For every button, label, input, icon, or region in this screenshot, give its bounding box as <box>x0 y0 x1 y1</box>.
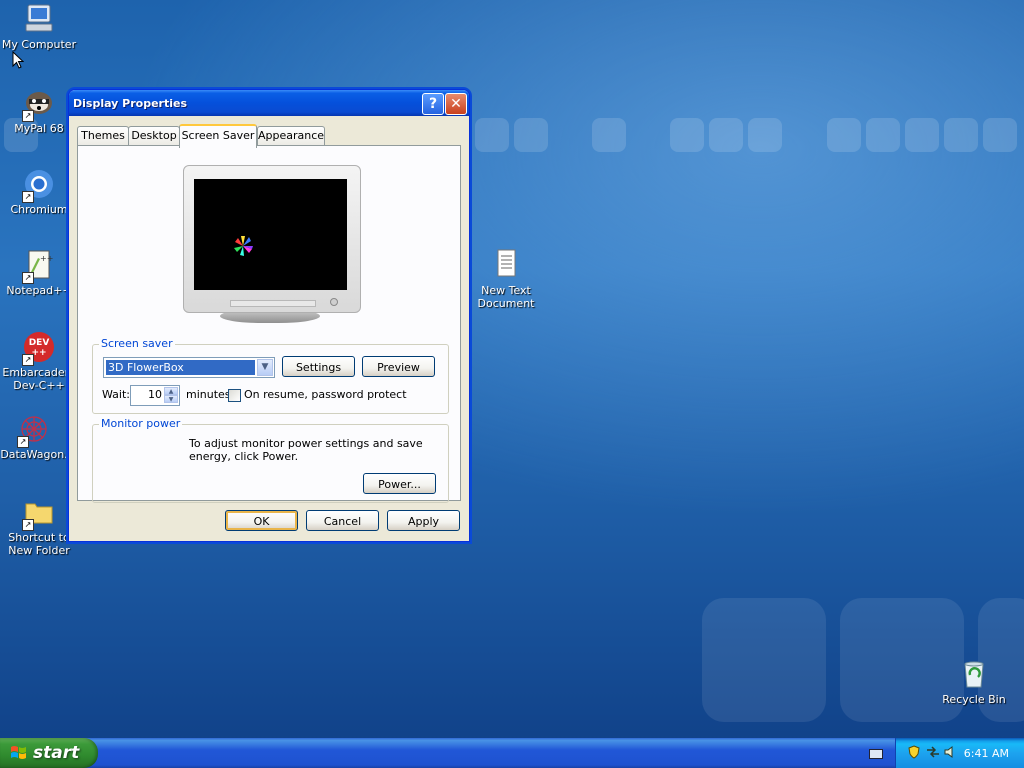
screen-saver-panel: Screen saver 3D FlowerBox ▼ Settings Pre… <box>77 145 461 503</box>
svg-text:++: ++ <box>40 254 53 263</box>
tab-screen-saver[interactable]: Screen Saver <box>179 124 257 148</box>
shortcut-arrow-icon: ↗ <box>22 110 34 122</box>
desktop-icon-text-document[interactable]: New Text Document <box>467 248 545 310</box>
help-button[interactable]: ? <box>422 93 444 115</box>
password-protect-label[interactable]: On resume, password protect <box>244 388 407 401</box>
spin-down-icon[interactable]: ▼ <box>164 395 178 403</box>
desktop-icon-label: New Text Document <box>477 284 535 310</box>
preview-button[interactable]: Preview <box>362 356 435 377</box>
chromium-icon: ↗ <box>22 167 56 203</box>
spin-up-icon[interactable]: ▲ <box>164 387 178 395</box>
password-protect-checkbox[interactable] <box>228 389 241 402</box>
desktop-icon-label: Notepad++ <box>6 284 72 297</box>
desktop-icon-label: Shortcut to New Folder <box>8 531 70 557</box>
desktop-icon-my-computer[interactable]: My Computer <box>0 2 78 51</box>
desktop-icon-notepadpp[interactable]: ++ ↗ Notepad++ <box>0 248 78 297</box>
taskbar: start 6:41 AM <box>0 738 1024 768</box>
screen-saver-selected: 3D FlowerBox <box>106 360 255 375</box>
keyboard-icon[interactable] <box>869 749 883 759</box>
tab-appearance[interactable]: Appearance <box>257 126 325 145</box>
apply-button[interactable]: Apply <box>387 510 460 531</box>
wait-minutes-value: 10 <box>148 388 162 401</box>
text-document-icon <box>489 248 523 282</box>
shortcut-arrow-icon: ↗ <box>22 519 34 531</box>
settings-button[interactable]: Settings <box>282 356 355 377</box>
monitor-power-led-icon <box>330 298 338 306</box>
shortcut-arrow-icon: ↗ <box>22 272 34 284</box>
desktop-icon-label: MyPal 68 <box>14 122 64 135</box>
mypal-icon: ↗ <box>22 86 56 122</box>
screen-saver-group: Screen saver 3D FlowerBox ▼ Settings Pre… <box>92 337 449 414</box>
datawagon-icon: ↗ <box>17 412 51 448</box>
security-shield-icon[interactable] <box>908 745 920 762</box>
desktop-icon-label: Chromium <box>10 203 68 216</box>
screen-saver-group-label: Screen saver <box>99 337 175 350</box>
start-button[interactable]: start <box>0 738 98 768</box>
close-button[interactable]: ✕ <box>445 93 467 115</box>
ok-button[interactable]: OK <box>225 510 298 531</box>
svg-text:DEV: DEV <box>29 338 50 348</box>
power-button[interactable]: Power... <box>363 473 436 494</box>
monitor-power-group: Monitor power To adjust monitor power se… <box>92 417 449 503</box>
devcpp-icon: DEV ++ ↗ <box>22 330 56 366</box>
monitor-bezel <box>230 300 316 307</box>
shortcut-arrow-icon: ↗ <box>22 354 34 366</box>
system-tray: 6:41 AM <box>895 738 1024 768</box>
monitor-preview <box>183 165 361 313</box>
mouse-cursor <box>12 50 25 72</box>
dialog-titlebar[interactable]: Display Properties ? ✕ <box>69 90 469 116</box>
volume-icon[interactable] <box>943 745 956 762</box>
start-label: start <box>33 743 80 763</box>
desktop-icon-label: Embarcadero Dev-C++ <box>2 366 76 392</box>
screen-saver-select[interactable]: 3D FlowerBox ▼ <box>103 357 275 378</box>
network-icon[interactable] <box>926 746 940 761</box>
dialog-title: Display Properties <box>73 97 188 110</box>
desktop-icon-datawagon[interactable]: ↗ DataWagon. <box>0 412 73 461</box>
recycle-bin-icon <box>957 657 991 691</box>
screen-saver-preview <box>194 179 347 290</box>
clock[interactable]: 6:41 AM <box>964 747 1009 760</box>
wait-label: Wait: <box>102 388 130 401</box>
tab-desktop[interactable]: Desktop <box>128 126 180 145</box>
monitor-power-group-label: Monitor power <box>99 417 183 430</box>
my-computer-icon <box>22 2 56 36</box>
wait-minutes-spinner[interactable]: 10 ▲ ▼ <box>130 385 180 406</box>
folder-icon: ↗ <box>22 495 56 531</box>
tab-themes[interactable]: Themes <box>77 126 129 145</box>
desktop-icon-label: My Computer <box>1 38 77 51</box>
windows-flag-icon <box>11 746 26 759</box>
desktop-icon-new-folder[interactable]: ↗ Shortcut to New Folder <box>0 495 78 557</box>
chevron-down-icon[interactable]: ▼ <box>257 359 273 376</box>
notepadpp-icon: ++ ↗ <box>22 248 56 284</box>
desktop-icon-devcpp[interactable]: DEV ++ ↗ Embarcadero Dev-C++ <box>0 330 78 392</box>
desktop-icon-mypal[interactable]: ↗ MyPal 68 <box>0 86 78 135</box>
flowerbox-icon <box>234 236 253 256</box>
desktop-icon-label: DataWagon. <box>0 448 68 461</box>
desktop-icon-chromium[interactable]: ↗ Chromium <box>0 167 78 216</box>
desktop-icon-label: Recycle Bin <box>942 693 1006 706</box>
minutes-label: minutes <box>186 388 231 401</box>
desktop-icon-recycle-bin[interactable]: Recycle Bin <box>935 657 1013 706</box>
shortcut-arrow-icon: ↗ <box>17 436 29 448</box>
monitor-power-text: To adjust monitor power settings and sav… <box>189 437 423 463</box>
display-properties-dialog: Display Properties ? ✕ Themes Desktop Sc… <box>68 89 470 542</box>
shortcut-arrow-icon: ↗ <box>22 191 34 203</box>
cancel-button[interactable]: Cancel <box>306 510 379 531</box>
